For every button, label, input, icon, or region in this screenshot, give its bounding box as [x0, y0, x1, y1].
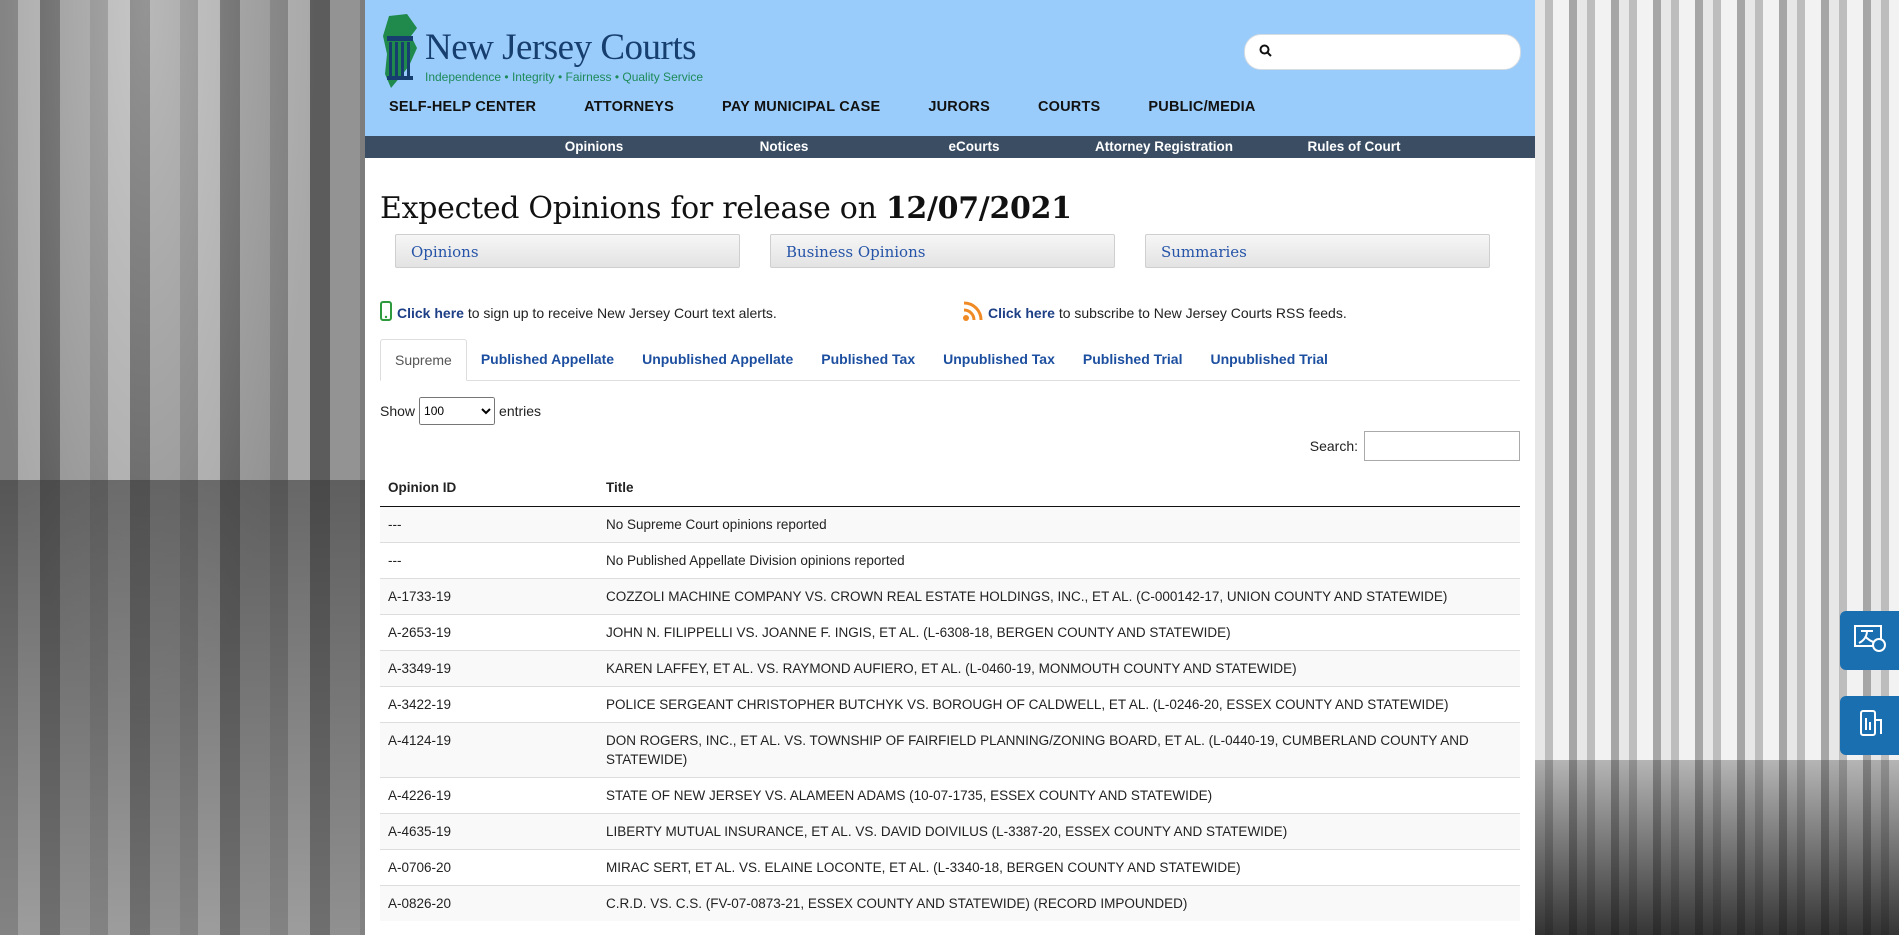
table-row: A-3349-19 KAREN LAFFEY, ET AL. VS. RAYMON… — [380, 650, 1520, 687]
language-translate-icon — [1853, 623, 1887, 658]
opinion-title-cell[interactable]: JOHN N. FILIPPELLI VS. JOANNE F. INGIS, … — [598, 614, 1520, 651]
accessibility-icon — [1855, 708, 1885, 743]
nav-self-help-center[interactable]: SELF-HELP CENTER — [389, 99, 536, 115]
main-navigation: SELF-HELP CENTER ATTORNEYS PAY MUNICIPAL… — [389, 99, 1304, 115]
rss-icon — [962, 300, 984, 325]
opinion-title-cell[interactable]: STATE OF NEW JERSEY VS. ALAMEEN ADAMS (1… — [598, 777, 1520, 814]
tab-published-appellate[interactable]: Published Appellate — [467, 339, 628, 380]
table-row: A-0826-20 C.R.D. VS. C.S. (FV-07-0873-21,… — [380, 885, 1520, 921]
table-search-input[interactable] — [1364, 431, 1520, 461]
table-row: A-0706-20 MIRAC SERT, ET AL. VS. ELAINE L… — [380, 849, 1520, 886]
main-content: Expected Opinions for release on 12/07/2… — [365, 191, 1535, 921]
opinion-tabs: Supreme Published Appellate Unpublished … — [380, 339, 1520, 381]
opinion-id-cell: A-4635-19 — [380, 813, 598, 850]
table-row: --- No Published Appellate Division opini… — [380, 542, 1520, 579]
table-search: Search: — [380, 431, 1520, 461]
table-row: A-3422-19 POLICE SERGEANT CHRISTOPHER BUT… — [380, 686, 1520, 723]
opinions-button[interactable]: Opinions — [395, 234, 740, 268]
opinion-id-cell: --- — [380, 506, 598, 543]
tab-published-tax[interactable]: Published Tax — [807, 339, 929, 380]
opinion-title-cell[interactable]: KAREN LAFFEY, ET AL. VS. RAYMOND AUFIERO… — [598, 650, 1520, 687]
opinion-id-cell: A-1733-19 — [380, 578, 598, 615]
entries-label: entries — [499, 403, 542, 419]
opinion-type-buttons: Opinions Business Opinions Summaries — [395, 234, 1520, 268]
opinion-title-cell: No Supreme Court opinions reported — [598, 506, 1520, 543]
site-search-input[interactable] — [1244, 34, 1521, 70]
page-title-date: 12/07/2021 — [885, 191, 1072, 226]
text-alerts-description: to sign up to receive New Jersey Court t… — [467, 304, 777, 321]
subnav-notices[interactable]: Notices — [689, 136, 879, 158]
opinions-table: Opinion ID Title --- No Supreme Court opi… — [380, 469, 1520, 921]
opinion-id-cell: A-0706-20 — [380, 849, 598, 886]
table-row: A-4124-19 DON ROGERS, INC., ET AL. VS. TO… — [380, 722, 1520, 778]
show-label: Show — [380, 403, 416, 419]
page-title-prefix: Expected Opinions for release on — [380, 191, 877, 226]
tab-unpublished-tax[interactable]: Unpublished Tax — [929, 339, 1069, 380]
site-header: New Jersey Courts Independence • Integri… — [365, 0, 1535, 136]
subnav-ecourts[interactable]: eCourts — [879, 136, 1069, 158]
search-icon — [1259, 44, 1272, 62]
mobile-phone-icon — [380, 301, 392, 324]
table-row: A-4635-19 LIBERTY MUTUAL INSURANCE, ET AL… — [380, 813, 1520, 850]
page-container: New Jersey Courts Independence • Integri… — [365, 0, 1535, 935]
nav-public-media[interactable]: PUBLIC/MEDIA — [1148, 99, 1255, 115]
table-row: A-2653-19 JOHN N. FILIPPELLI VS. JOANNE F… — [380, 614, 1520, 651]
text-alerts-link[interactable]: Click here — [397, 305, 464, 321]
opinion-title-cell[interactable]: MIRAC SERT, ET AL. VS. ELAINE LOCONTE, E… — [598, 849, 1520, 886]
table-search-label: Search: — [1309, 438, 1358, 454]
page-length-control: Show 100 entries — [380, 397, 1520, 425]
site-logo[interactable]: New Jersey Courts Independence • Integri… — [381, 14, 703, 92]
opinion-title-cell: No Published Appellate Division opinions… — [598, 542, 1520, 579]
opinion-title-cell[interactable]: DON ROGERS, INC., ET AL. VS. TOWNSHIP OF… — [598, 722, 1520, 778]
page-title: Expected Opinions for release on 12/07/2… — [380, 191, 1520, 226]
background-right — [1535, 0, 1899, 935]
column-header-opinion-id[interactable]: Opinion ID — [380, 469, 598, 507]
subnav-attorney-registration[interactable]: Attorney Registration — [1069, 136, 1259, 158]
opinion-id-cell: --- — [380, 542, 598, 579]
rss-feeds-link[interactable]: Click here — [988, 305, 1055, 321]
opinion-id-cell: A-3422-19 — [380, 686, 598, 723]
tab-supreme[interactable]: Supreme — [380, 339, 467, 381]
column-header-title[interactable]: Title — [598, 469, 1520, 507]
logo-tagline: Independence • Integrity • Fairness • Qu… — [425, 70, 704, 84]
nj-state-logo-icon — [381, 14, 421, 92]
language-translate-button[interactable] — [1840, 611, 1899, 670]
summaries-button[interactable]: Summaries — [1145, 234, 1490, 268]
secondary-navigation: Opinions Notices eCourts Attorney Regist… — [365, 136, 1535, 158]
text-alerts: Click here to sign up to receive New Jer… — [380, 300, 962, 325]
opinion-title-cell[interactable]: LIBERTY MUTUAL INSURANCE, ET AL. VS. DAV… — [598, 813, 1520, 850]
logo-title: New Jersey Courts — [425, 27, 697, 68]
tab-published-trial[interactable]: Published Trial — [1069, 339, 1197, 380]
rss-feeds: Click here to subscribe to New Jersey Co… — [962, 300, 1347, 325]
alerts-row: Click here to sign up to receive New Jer… — [380, 300, 1520, 325]
table-row: --- No Supreme Court opinions reported — [380, 506, 1520, 543]
nav-pay-municipal-case[interactable]: PAY MUNICIPAL CASE — [722, 99, 880, 115]
opinion-id-cell: A-4124-19 — [380, 722, 598, 778]
rss-feeds-description: to subscribe to New Jersey Courts RSS fe… — [1058, 304, 1347, 321]
nav-courts[interactable]: COURTS — [1038, 99, 1100, 115]
opinion-title-cell[interactable]: COZZOLI MACHINE COMPANY VS. CROWN REAL E… — [598, 578, 1520, 615]
opinion-id-cell: A-0826-20 — [380, 885, 598, 921]
entries-per-page-select[interactable]: 100 — [419, 397, 496, 425]
table-row: A-4226-19 STATE OF NEW JERSEY VS. ALAMEEN… — [380, 777, 1520, 814]
tab-unpublished-trial[interactable]: Unpublished Trial — [1196, 339, 1341, 380]
background-left — [0, 0, 365, 935]
opinion-id-cell: A-4226-19 — [380, 777, 598, 814]
opinion-title-cell[interactable]: C.R.D. VS. C.S. (FV-07-0873-21, ESSEX CO… — [598, 885, 1520, 921]
subnav-rules-of-court[interactable]: Rules of Court — [1259, 136, 1449, 158]
nav-attorneys[interactable]: ATTORNEYS — [584, 99, 674, 115]
table-header-row: Opinion ID Title — [380, 469, 1520, 507]
opinion-id-cell: A-3349-19 — [380, 650, 598, 687]
accessibility-button[interactable] — [1840, 696, 1899, 755]
tab-unpublished-appellate[interactable]: Unpublished Appellate — [628, 339, 807, 380]
opinion-id-cell: A-2653-19 — [380, 614, 598, 651]
table-row: A-1733-19 COZZOLI MACHINE COMPANY VS. CRO… — [380, 578, 1520, 615]
subnav-opinions[interactable]: Opinions — [499, 136, 689, 158]
business-opinions-button[interactable]: Business Opinions — [770, 234, 1115, 268]
opinion-title-cell[interactable]: POLICE SERGEANT CHRISTOPHER BUTCHYK VS. … — [598, 686, 1520, 723]
nav-jurors[interactable]: JURORS — [928, 99, 990, 115]
